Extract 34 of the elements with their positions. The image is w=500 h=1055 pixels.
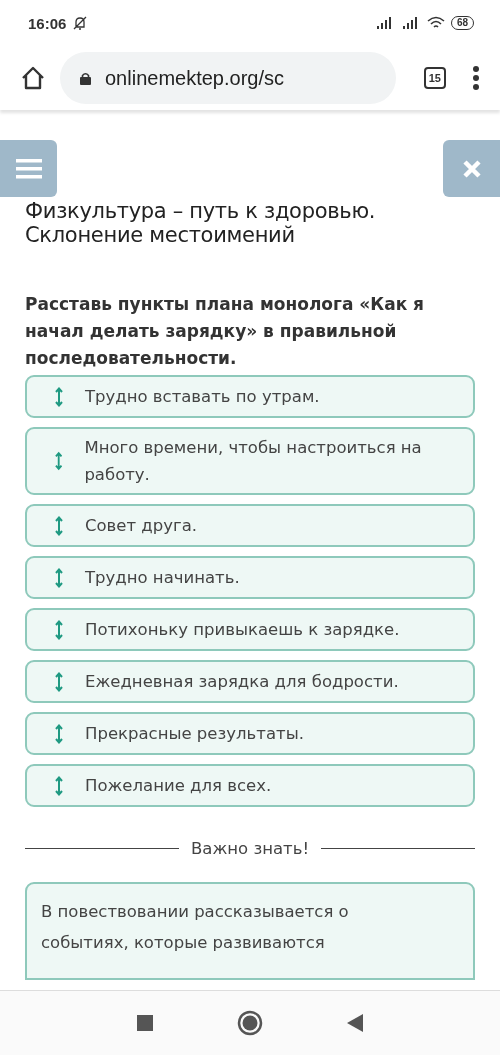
wifi-icon: [426, 16, 445, 30]
tab-count-button[interactable]: 15: [423, 67, 446, 89]
sortable-item[interactable]: Ежедневная зарядка для бодрости.: [25, 660, 475, 703]
info-text: событиях, которые развиваются: [41, 932, 326, 954]
home-circle-icon[interactable]: [237, 1010, 263, 1036]
back-icon[interactable]: [347, 1014, 363, 1032]
url-text: onlinemektep.org/sc: [105, 66, 284, 90]
question-text: Расставь пункты плана монолога «Как я начал делать зарядку» в правильной последовательности.: [25, 293, 426, 370]
muted-bell-icon: [72, 15, 89, 31]
menu-icon: [15, 157, 42, 180]
lock-icon: [80, 71, 91, 85]
info-text: В повествовании рассказывается о: [41, 901, 350, 923]
drag-handle-icon: [55, 723, 63, 744]
drag-handle-icon: [55, 451, 63, 471]
sortable-item[interactable]: Много времени, чтобы настроиться на работу.: [25, 427, 475, 495]
sortable-item[interactable]: Трудно начинать.: [25, 556, 475, 599]
section-heading: Важно знать!: [191, 839, 310, 858]
drag-handle-icon: [55, 775, 63, 796]
address-bar[interactable]: onlinemektep.org/sc: [60, 52, 396, 104]
drag-handle-icon: [55, 515, 63, 536]
sortable-item[interactable]: Трудно вставать по утрам.: [25, 375, 475, 418]
home-icon[interactable]: [20, 65, 46, 91]
close-icon: [461, 158, 482, 179]
more-menu-icon[interactable]: [472, 65, 480, 91]
drag-handle-icon: [55, 619, 63, 640]
sortable-item[interactable]: Прекрасные результаты.: [25, 712, 475, 755]
status-time: 16:06: [28, 14, 67, 32]
sortable-item[interactable]: Пожелание для всех.: [25, 764, 475, 807]
drag-handle-icon: [55, 386, 63, 407]
drag-handle-icon: [55, 567, 63, 588]
drag-handle-icon: [55, 671, 63, 692]
lesson-title: Физкультура – путь к здоровью. Склонение местоимений: [25, 199, 377, 247]
sortable-item[interactable]: Совет друга.: [25, 504, 475, 547]
sortable-item[interactable]: Потихоньку привыкаешь к зарядке.: [25, 608, 475, 651]
